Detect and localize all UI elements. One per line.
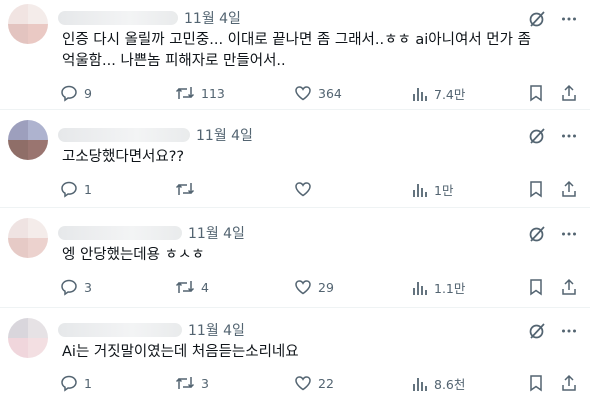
like-button[interactable]: 22 xyxy=(294,374,334,392)
reply-feed: 11월 4일 인증 다시 올릴까 고민중... 이대로 끝나면 좀 그래서..ㅎ… xyxy=(0,0,590,404)
action-bar: 9 113 364 7.4만 xyxy=(60,84,580,104)
tweet[interactable]: 11월 4일 인증 다시 올릴까 고민중... 이대로 끝나면 좀 그래서..ㅎ… xyxy=(0,0,590,110)
tweet-header: 11월 4일 xyxy=(58,223,245,243)
share-button[interactable] xyxy=(560,84,578,102)
tweet[interactable]: 11월 4일 고소당했다면서요?? 1 1만 xyxy=(0,110,590,208)
retweet-count: 3 xyxy=(201,375,209,391)
reply-button[interactable]: 1 xyxy=(60,374,92,392)
like-count: 364 xyxy=(318,85,342,101)
retweet-button[interactable]: 113 xyxy=(175,84,225,102)
views-icon xyxy=(413,377,427,391)
avatar[interactable] xyxy=(8,218,48,258)
views-button[interactable]: 8.6천 xyxy=(412,374,465,393)
bookmark-icon xyxy=(530,279,542,296)
bookmark-icon xyxy=(530,181,542,198)
avatar[interactable] xyxy=(8,318,48,358)
grok-icon[interactable] xyxy=(528,322,546,340)
tweet-text: 고소당했다면서요?? xyxy=(62,149,185,165)
reply-icon xyxy=(61,181,77,198)
bookmark-button[interactable] xyxy=(528,84,544,102)
retweet-icon xyxy=(175,377,195,389)
grok-icon[interactable] xyxy=(528,225,546,243)
tweet[interactable]: 11월 4일 Ai는 거짓말이였는데 처음듣는소리네요 1 3 22 8.6천 xyxy=(0,308,590,404)
like-count: 29 xyxy=(318,279,334,295)
action-bar: 1 1만 xyxy=(60,180,580,200)
reply-count: 1 xyxy=(84,181,92,197)
like-icon xyxy=(295,376,311,391)
more-icon[interactable] xyxy=(560,322,578,340)
tweet-header: 11월 4일 xyxy=(58,8,241,28)
retweet-count: 113 xyxy=(201,85,225,101)
display-name[interactable] xyxy=(58,128,190,142)
retweet-icon xyxy=(175,281,195,293)
tweet[interactable]: 11월 4일 엥 안당했는데용 ㅎㅅㅎ 3 4 29 1.1만 xyxy=(0,208,590,308)
tweet-header: 11월 4일 xyxy=(58,320,245,340)
more-icon[interactable] xyxy=(560,225,578,243)
retweet-icon xyxy=(175,183,195,195)
retweet-count: 4 xyxy=(201,279,209,295)
retweet-button[interactable]: 4 xyxy=(175,278,209,296)
views-button[interactable]: 7.4만 xyxy=(412,84,465,103)
bookmark-icon xyxy=(530,375,542,392)
tweet-header: 11월 4일 xyxy=(58,125,253,145)
retweet-button[interactable]: 3 xyxy=(175,374,209,392)
like-button[interactable]: 364 xyxy=(294,84,342,102)
like-button[interactable] xyxy=(294,180,318,198)
action-bar: 3 4 29 1.1만 xyxy=(60,278,580,298)
share-icon xyxy=(562,278,576,295)
bookmark-button[interactable] xyxy=(528,180,544,198)
views-count: 8.6천 xyxy=(434,377,466,392)
like-icon xyxy=(295,280,311,295)
tweet-text: 엥 안당했는데용 ㅎㅅㅎ xyxy=(62,247,205,263)
avatar[interactable] xyxy=(8,120,48,160)
grok-icon[interactable] xyxy=(528,10,546,28)
display-name[interactable] xyxy=(58,323,182,337)
action-bar: 1 3 22 8.6천 xyxy=(60,374,580,394)
share-icon xyxy=(562,374,576,391)
bookmark-button[interactable] xyxy=(528,278,544,296)
like-icon xyxy=(295,182,311,197)
views-count: 1.1만 xyxy=(434,281,466,296)
views-button[interactable]: 1.1만 xyxy=(412,278,465,297)
like-icon xyxy=(295,86,311,101)
views-button[interactable]: 1만 xyxy=(412,180,453,199)
more-icon[interactable] xyxy=(560,127,578,145)
reply-count: 9 xyxy=(84,85,92,101)
retweet-icon xyxy=(175,87,195,99)
reply-count: 3 xyxy=(84,279,92,295)
share-button[interactable] xyxy=(560,278,578,296)
reply-button[interactable]: 3 xyxy=(60,278,92,296)
views-icon xyxy=(413,281,427,295)
bookmark-button[interactable] xyxy=(528,374,544,392)
reply-count: 1 xyxy=(84,375,92,391)
share-icon xyxy=(562,180,576,197)
reply-icon xyxy=(61,85,77,102)
views-count: 1만 xyxy=(434,183,454,198)
like-button[interactable]: 29 xyxy=(294,278,334,296)
tweet-text: 인증 다시 올릴까 고민중... 이대로 끝나면 좀 그래서..ㅎㅎ ai아니여… xyxy=(62,32,531,69)
display-name[interactable] xyxy=(58,11,178,25)
reply-button[interactable]: 9 xyxy=(60,84,92,102)
share-button[interactable] xyxy=(560,374,578,392)
tweet-text: Ai는 거짓말이였는데 처음듣는소리네요 xyxy=(62,344,299,360)
grok-icon[interactable] xyxy=(528,127,546,145)
avatar[interactable] xyxy=(8,4,48,44)
reply-icon xyxy=(61,279,77,296)
more-icon[interactable] xyxy=(560,10,578,28)
bookmark-icon xyxy=(530,85,542,102)
share-icon xyxy=(562,84,576,101)
retweet-button[interactable] xyxy=(175,180,201,198)
views-count: 7.4만 xyxy=(434,87,466,102)
tweet-date[interactable]: 11월 4일 xyxy=(188,320,245,340)
display-name[interactable] xyxy=(58,226,182,240)
like-count: 22 xyxy=(318,375,334,391)
tweet-date[interactable]: 11월 4일 xyxy=(188,223,245,243)
share-button[interactable] xyxy=(560,180,578,198)
tweet-date[interactable]: 11월 4일 xyxy=(196,125,253,145)
views-icon xyxy=(413,87,427,101)
tweet-date[interactable]: 11월 4일 xyxy=(184,8,241,28)
reply-button[interactable]: 1 xyxy=(60,180,92,198)
views-icon xyxy=(413,183,427,197)
reply-icon xyxy=(61,375,77,392)
